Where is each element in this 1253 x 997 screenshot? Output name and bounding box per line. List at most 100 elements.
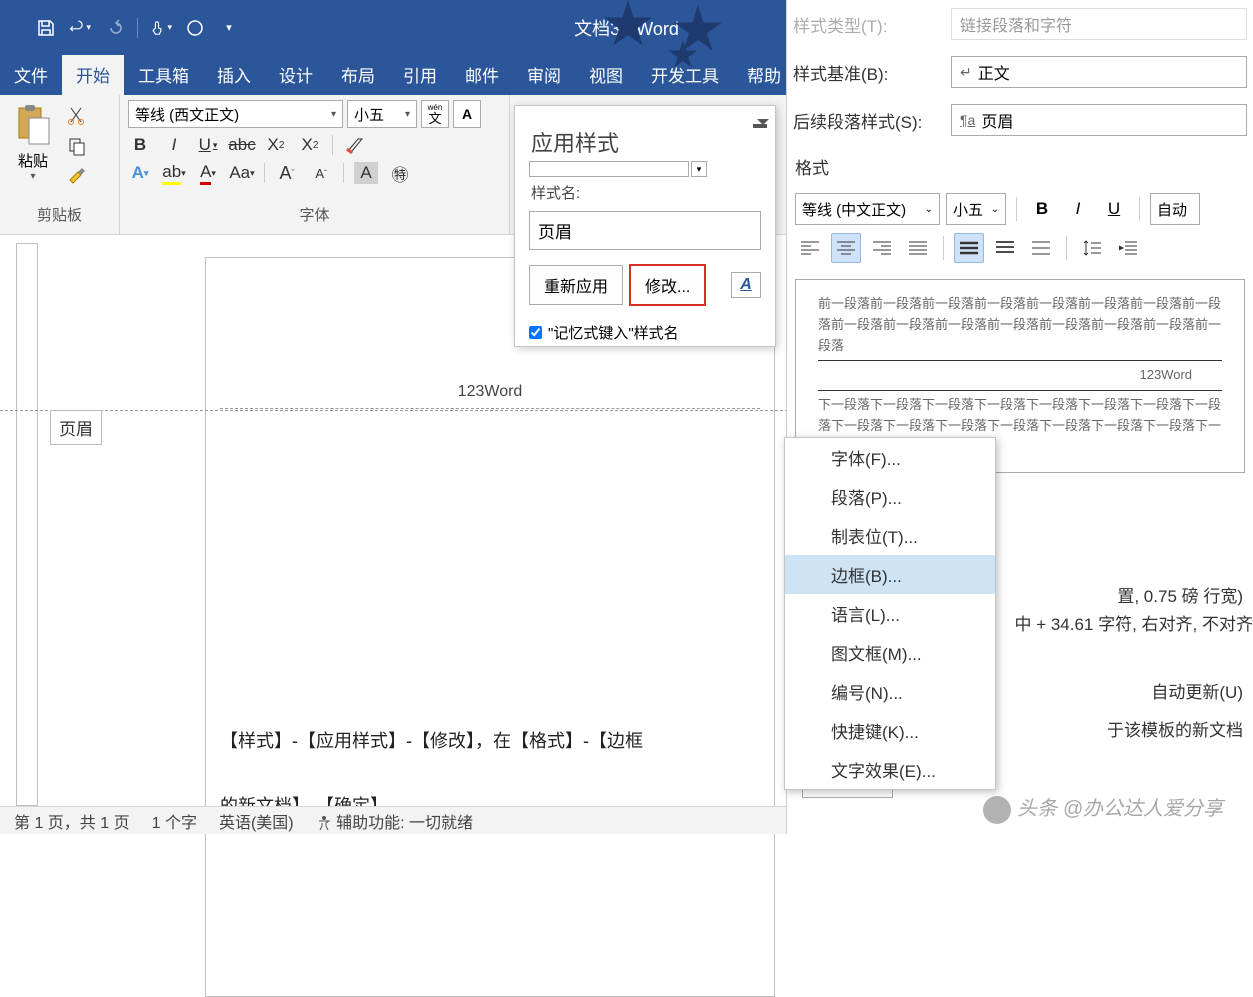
format-context-menu: 字体(F)... 段落(P)... 制表位(T)... 边框(B)... 语言(… [784,437,996,790]
based-on-label: 样式基准(B): [793,60,941,85]
align-justify-icon[interactable] [903,233,933,263]
spacing-2-icon[interactable] [1026,233,1056,263]
style-name-label: 样式名: [515,178,775,207]
text-effects-icon[interactable]: A▾ [128,162,152,184]
dlg-font-combo[interactable]: 等线 (中文正文)⌄ [795,193,940,225]
align-right-icon[interactable] [867,233,897,263]
tab-view[interactable]: 视图 [575,54,637,95]
tab-home[interactable]: 开始 [62,54,124,95]
tab-file[interactable]: 文件 [0,54,62,95]
style-type-label: 样式类型(T): [793,12,941,37]
document-page: 123Word [205,257,775,997]
detail-text-2: 中 + 34.61 字符, 右对齐, 不对齐 [1014,610,1253,635]
menu-language[interactable]: 语言(L)... [785,594,995,633]
clipboard-group-label: 剪贴板 [5,200,114,229]
touch-mode-icon[interactable]: ▾ [150,17,172,39]
shrink-font-icon[interactable]: Aˇ [309,162,333,184]
header-label: 页眉 [50,410,102,445]
dlg-underline-button[interactable]: U [1099,194,1129,224]
language-status[interactable]: 英语(美国) [219,809,294,833]
strikethrough-button[interactable]: abc [230,134,254,156]
tab-toolbox[interactable]: 工具箱 [124,54,203,95]
format-section-label: 格式 [787,144,1253,189]
clear-format-icon[interactable] [343,134,367,156]
spacing-15-icon[interactable] [990,233,1020,263]
menu-paragraph[interactable]: 段落(P)... [785,477,995,516]
circle-icon[interactable] [184,17,206,39]
change-case-icon[interactable]: Aa▾ [230,162,254,184]
paste-icon[interactable] [13,104,53,146]
dlg-bold-button[interactable]: B [1027,194,1057,224]
tab-layout[interactable]: 布局 [327,54,389,95]
save-icon[interactable] [35,17,57,39]
style-mini-caret[interactable]: ▾ [691,161,707,177]
italic-button[interactable]: I [162,134,186,156]
panel-dropdown-icon[interactable] [753,124,767,128]
underline-button[interactable]: U▾ [196,134,220,156]
tab-insert[interactable]: 插入 [203,54,265,95]
dlg-color-combo[interactable]: 自动 [1150,193,1200,225]
grow-font-icon[interactable]: Aˇ [275,162,299,184]
vertical-ruler [16,243,38,806]
qat-more-icon[interactable]: ▾ [218,17,240,39]
tab-references[interactable]: 引用 [389,54,451,95]
redo-icon[interactable] [103,17,125,39]
para-spacing-icon[interactable] [1077,233,1107,263]
font-color-icon[interactable]: A▾ [196,162,220,184]
paragraph-1: 【样式】-【应用样式】-【修改】，在【格式】-【边框 [220,725,643,757]
tab-design[interactable]: 设计 [265,54,327,95]
undo-icon[interactable]: ▾ [69,17,91,39]
detail-text-1: 置, 0.75 磅 行宽) [1117,582,1243,607]
bold-button[interactable]: B [128,134,152,156]
indent-inc-icon[interactable] [1113,233,1143,263]
char-border-icon[interactable]: A [453,100,481,128]
cut-icon[interactable] [65,104,89,128]
copy-icon[interactable] [65,134,89,158]
based-on-combo[interactable]: ↵正文 [951,56,1247,88]
paste-label[interactable]: 粘贴 [18,150,48,171]
style-type-combo[interactable]: 链接段落和字符 [951,8,1247,40]
header-divider [220,408,760,409]
word-count[interactable]: 1 个字 [152,809,197,833]
superscript-button[interactable]: X2 [298,134,322,156]
menu-numbering[interactable]: 编号(N)... [785,672,995,711]
menu-font[interactable]: 字体(F)... [785,438,995,477]
phonetic-guide-icon[interactable]: wén文 [421,100,449,128]
tab-review[interactable]: 审阅 [513,54,575,95]
style-mini-input[interactable] [529,161,689,177]
tab-mail[interactable]: 邮件 [451,54,513,95]
char-shading-icon[interactable]: A [354,162,378,184]
autocomplete-label: "记忆式键入"样式名 [548,322,679,343]
font-size-combo[interactable]: 小五▾ [347,100,417,128]
template-label[interactable]: 于该模板的新文档 [1107,716,1243,741]
align-left-icon[interactable] [795,233,825,263]
dlg-size-combo[interactable]: 小五⌄ [946,193,1006,225]
modify-button[interactable]: 修改... [629,264,706,306]
align-center-icon[interactable] [831,233,861,263]
menu-shortcut[interactable]: 快捷键(K)... [785,711,995,750]
next-style-combo[interactable]: ¶a页眉 [951,104,1247,136]
menu-frame[interactable]: 图文框(M)... [785,633,995,672]
menu-tabs[interactable]: 制表位(T)... [785,516,995,555]
enclose-char-icon[interactable]: ㊕ [388,162,412,184]
spacing-1-icon[interactable] [954,233,984,263]
menu-effect[interactable]: 文字效果(E)... [785,750,995,789]
autocomplete-checkbox[interactable] [529,326,542,339]
header-text: 123Word [458,383,523,401]
style-name-input[interactable]: 页眉 [529,211,761,250]
format-painter-icon[interactable] [65,164,89,188]
styles-pane-icon[interactable]: A [731,272,761,298]
dlg-italic-button[interactable]: I [1063,194,1093,224]
page-count[interactable]: 第 1 页，共 1 页 [14,809,130,833]
subscript-button[interactable]: X2 [264,134,288,156]
menu-border[interactable]: 边框(B)... [785,555,995,594]
highlight-icon[interactable]: ab▾ [162,162,186,184]
decoration-star [673,5,723,55]
accessibility-status[interactable]: 辅助功能: 一切就绪 [316,809,473,833]
watermark: 头条 @办公达人爱分享 [983,792,1223,824]
reapply-button[interactable]: 重新应用 [529,265,623,305]
next-style-label: 后续段落样式(S): [793,108,941,133]
apply-style-panel: 应用样式 ▾ 样式名: 页眉 重新应用 修改... A "记忆式键入"样式名 [514,105,776,347]
font-name-combo[interactable]: 等线 (西文正文)▾ [128,100,343,128]
auto-update-label[interactable]: 自动更新(U) [1151,678,1243,703]
